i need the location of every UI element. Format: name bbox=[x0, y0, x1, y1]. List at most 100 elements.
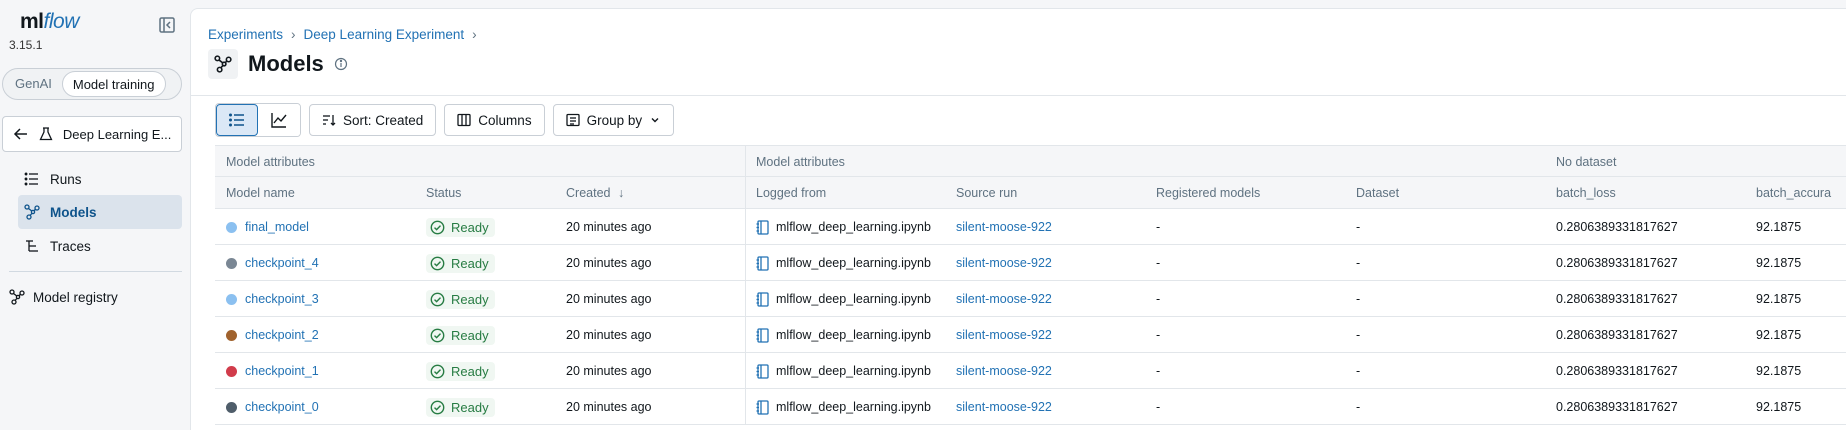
model-name-link[interactable]: final_model bbox=[245, 220, 309, 234]
header-logged-from[interactable]: Logged from bbox=[745, 177, 826, 209]
source-run-link[interactable]: silent-moose-922 bbox=[956, 400, 1052, 414]
logo-flow-text: flow bbox=[43, 10, 80, 33]
source-run-cell: silent-moose-922 bbox=[945, 209, 1052, 245]
table-row[interactable]: checkpoint_0 Ready 20 minutes ago mlflow… bbox=[215, 389, 1846, 425]
run-color-dot bbox=[226, 365, 237, 377]
logged-from-text[interactable]: mlflow_deep_learning.ipynb bbox=[776, 328, 931, 342]
sidebar: ml flow 3.15.1 GenAI Model training Deep … bbox=[0, 0, 190, 430]
notebook-icon bbox=[756, 327, 769, 343]
header-batch-loss[interactable]: batch_loss bbox=[1545, 177, 1616, 209]
group-by-button[interactable]: Group by bbox=[552, 104, 675, 136]
list-view-button[interactable] bbox=[216, 104, 258, 136]
table-row[interactable]: checkpoint_1 Ready 20 minutes ago mlflow… bbox=[215, 353, 1846, 389]
batch-accuracy-cell: 92.1875 bbox=[1756, 292, 1802, 306]
model-name-link[interactable]: checkpoint_2 bbox=[245, 328, 319, 342]
status-cell: Ready bbox=[415, 245, 495, 281]
header-model-name[interactable]: Model name bbox=[215, 177, 295, 209]
sidebar-item-model-registry[interactable]: Model registry bbox=[9, 287, 118, 307]
experiment-button-label: Deep Learning E... bbox=[62, 126, 171, 142]
model-name-link[interactable]: checkpoint_0 bbox=[245, 400, 319, 414]
dataset-cell: - bbox=[1356, 364, 1361, 378]
models-icon bbox=[24, 204, 40, 220]
logged-from-text[interactable]: mlflow_deep_learning.ipynb bbox=[776, 292, 931, 306]
mode-model-training[interactable]: Model training bbox=[61, 71, 166, 97]
status-cell: Ready bbox=[415, 389, 495, 425]
dataset-cell: - bbox=[1356, 256, 1361, 270]
main-panel: Experiments › Deep Learning Experiment ›… bbox=[190, 8, 1846, 430]
logo-ml-text: ml bbox=[20, 10, 44, 33]
created-cell: 20 minutes ago bbox=[566, 256, 652, 270]
chart-view-button[interactable] bbox=[258, 104, 300, 136]
logged-from-text[interactable]: mlflow_deep_learning.ipynb bbox=[776, 256, 931, 270]
columns-icon bbox=[457, 113, 471, 127]
logged-from-text[interactable]: mlflow_deep_learning.ipynb bbox=[776, 400, 931, 414]
logged-from-cell: mlflow_deep_learning.ipynb bbox=[745, 209, 931, 245]
source-run-link[interactable]: silent-moose-922 bbox=[956, 256, 1052, 270]
check-circle-icon bbox=[430, 256, 445, 270]
table-row[interactable]: checkpoint_2 Ready 20 minutes ago mlflow… bbox=[215, 317, 1846, 353]
mode-toggle: GenAI Model training bbox=[2, 68, 182, 100]
check-circle-icon bbox=[430, 220, 445, 234]
notebook-icon bbox=[756, 219, 769, 235]
info-icon[interactable] bbox=[334, 57, 348, 71]
breadcrumb-experiment[interactable]: Deep Learning Experiment bbox=[304, 27, 465, 42]
source-run-link[interactable]: silent-moose-922 bbox=[956, 328, 1052, 342]
header-status[interactable]: Status bbox=[415, 177, 461, 209]
logged-from-cell: mlflow_deep_learning.ipynb bbox=[745, 245, 931, 281]
model-name-link[interactable]: checkpoint_4 bbox=[245, 256, 319, 270]
traces-icon bbox=[26, 240, 38, 252]
sidebar-item-traces[interactable]: Traces bbox=[18, 229, 182, 263]
status-badge: Ready bbox=[426, 397, 495, 417]
column-group-label: Model attributes bbox=[226, 155, 315, 169]
experiment-back-button[interactable]: Deep Learning E... bbox=[2, 116, 182, 152]
status-cell: Ready bbox=[415, 281, 495, 317]
sidebar-item-models[interactable]: Models bbox=[18, 195, 182, 229]
logged-from-text[interactable]: mlflow_deep_learning.ipynb bbox=[776, 220, 931, 234]
created-cell: 20 minutes ago bbox=[566, 364, 652, 378]
sort-label: Sort: Created bbox=[343, 112, 424, 128]
mlflow-logo[interactable]: ml flow bbox=[20, 10, 79, 34]
status-text: Ready bbox=[451, 219, 489, 235]
source-run-cell: silent-moose-922 bbox=[945, 389, 1052, 425]
sidebar-collapse-icon[interactable] bbox=[158, 16, 176, 34]
breadcrumb-experiments[interactable]: Experiments bbox=[208, 27, 283, 42]
source-run-link[interactable]: silent-moose-922 bbox=[956, 364, 1052, 378]
table-body: final_model Ready 20 minutes ago mlflow_… bbox=[215, 209, 1846, 425]
table-row[interactable]: final_model Ready 20 minutes ago mlflow_… bbox=[215, 209, 1846, 245]
source-run-link[interactable]: silent-moose-922 bbox=[956, 292, 1052, 306]
sidebar-item-runs[interactable]: Runs bbox=[18, 162, 182, 196]
batch-loss-cell: 0.2806389331817627 bbox=[1556, 364, 1678, 378]
logged-from-text[interactable]: mlflow_deep_learning.ipynb bbox=[776, 364, 931, 378]
registered-models-cell: - bbox=[1156, 328, 1161, 342]
columns-button[interactable]: Columns bbox=[444, 104, 545, 136]
model-registry-icon bbox=[9, 289, 25, 305]
status-cell: Ready bbox=[415, 353, 495, 389]
source-run-cell: silent-moose-922 bbox=[945, 281, 1052, 317]
header-batch-accuracy[interactable]: batch_accura bbox=[1745, 177, 1831, 209]
model-name-cell: checkpoint_0 bbox=[215, 389, 319, 425]
header-dataset[interactable]: Dataset bbox=[1345, 177, 1399, 209]
sort-button[interactable]: Sort: Created bbox=[309, 104, 437, 136]
header-registered-models[interactable]: Registered models bbox=[1145, 177, 1260, 209]
version-label: 3.15.1 bbox=[9, 38, 43, 52]
check-circle-icon bbox=[430, 400, 445, 414]
table-row[interactable]: checkpoint_4 Ready 20 minutes ago mlflow… bbox=[215, 245, 1846, 281]
arrow-left-icon bbox=[13, 128, 27, 140]
source-run-cell: silent-moose-922 bbox=[945, 245, 1052, 281]
model-name-link[interactable]: checkpoint_3 bbox=[245, 292, 319, 306]
model-name-cell: checkpoint_2 bbox=[215, 317, 319, 353]
run-color-dot bbox=[226, 257, 237, 269]
header-source-run[interactable]: Source run bbox=[945, 177, 1017, 209]
source-run-link[interactable]: silent-moose-922 bbox=[956, 220, 1052, 234]
batch-accuracy-cell: 92.1875 bbox=[1756, 220, 1802, 234]
created-cell: 20 minutes ago bbox=[566, 220, 652, 234]
model-registry-label: Model registry bbox=[33, 289, 118, 305]
header-created[interactable]: Created ↓ bbox=[555, 177, 624, 209]
mode-genai[interactable]: GenAI bbox=[5, 71, 62, 97]
title-row: Models bbox=[208, 49, 348, 79]
created-cell: 20 minutes ago bbox=[566, 400, 652, 414]
run-color-dot bbox=[226, 401, 237, 413]
model-name-link[interactable]: checkpoint_1 bbox=[245, 364, 319, 378]
registered-models-cell: - bbox=[1156, 400, 1161, 414]
table-row[interactable]: checkpoint_3 Ready 20 minutes ago mlflow… bbox=[215, 281, 1846, 317]
